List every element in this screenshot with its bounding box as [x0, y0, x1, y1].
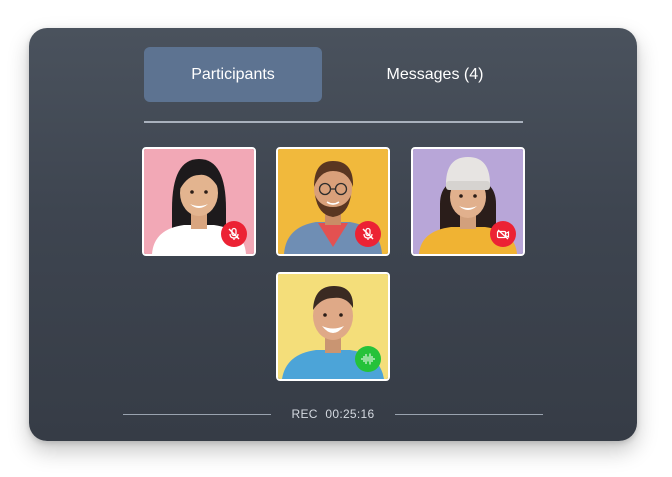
tab-messages-label: Messages (4)	[386, 65, 484, 83]
call-panel: Participants Messages (4) REC 00:25:16	[29, 28, 637, 441]
audio-wave-icon	[361, 353, 375, 365]
tab-participants[interactable]: Participants	[144, 47, 322, 102]
footer-divider-left	[123, 414, 271, 415]
recording-label: REC	[291, 407, 318, 421]
participant-tile[interactable]	[411, 147, 525, 256]
mic-off-badge	[355, 221, 381, 247]
mic-off-icon	[362, 227, 374, 240]
recording-timer: 00:25:16	[325, 407, 375, 421]
tab-participants-label: Participants	[191, 65, 275, 83]
speaking-badge	[355, 346, 381, 372]
participant-tile[interactable]	[276, 272, 390, 381]
footer-divider-right	[395, 414, 543, 415]
mic-off-icon	[228, 227, 240, 240]
video-off-badge	[490, 221, 516, 247]
participant-tile[interactable]	[276, 147, 390, 256]
tab-divider	[144, 121, 523, 123]
tab-messages[interactable]: Messages (4)	[346, 47, 524, 102]
mic-off-badge	[221, 221, 247, 247]
video-off-icon	[496, 229, 510, 240]
participant-tile[interactable]	[142, 147, 256, 256]
recording-indicator: REC 00:25:16	[271, 407, 395, 421]
